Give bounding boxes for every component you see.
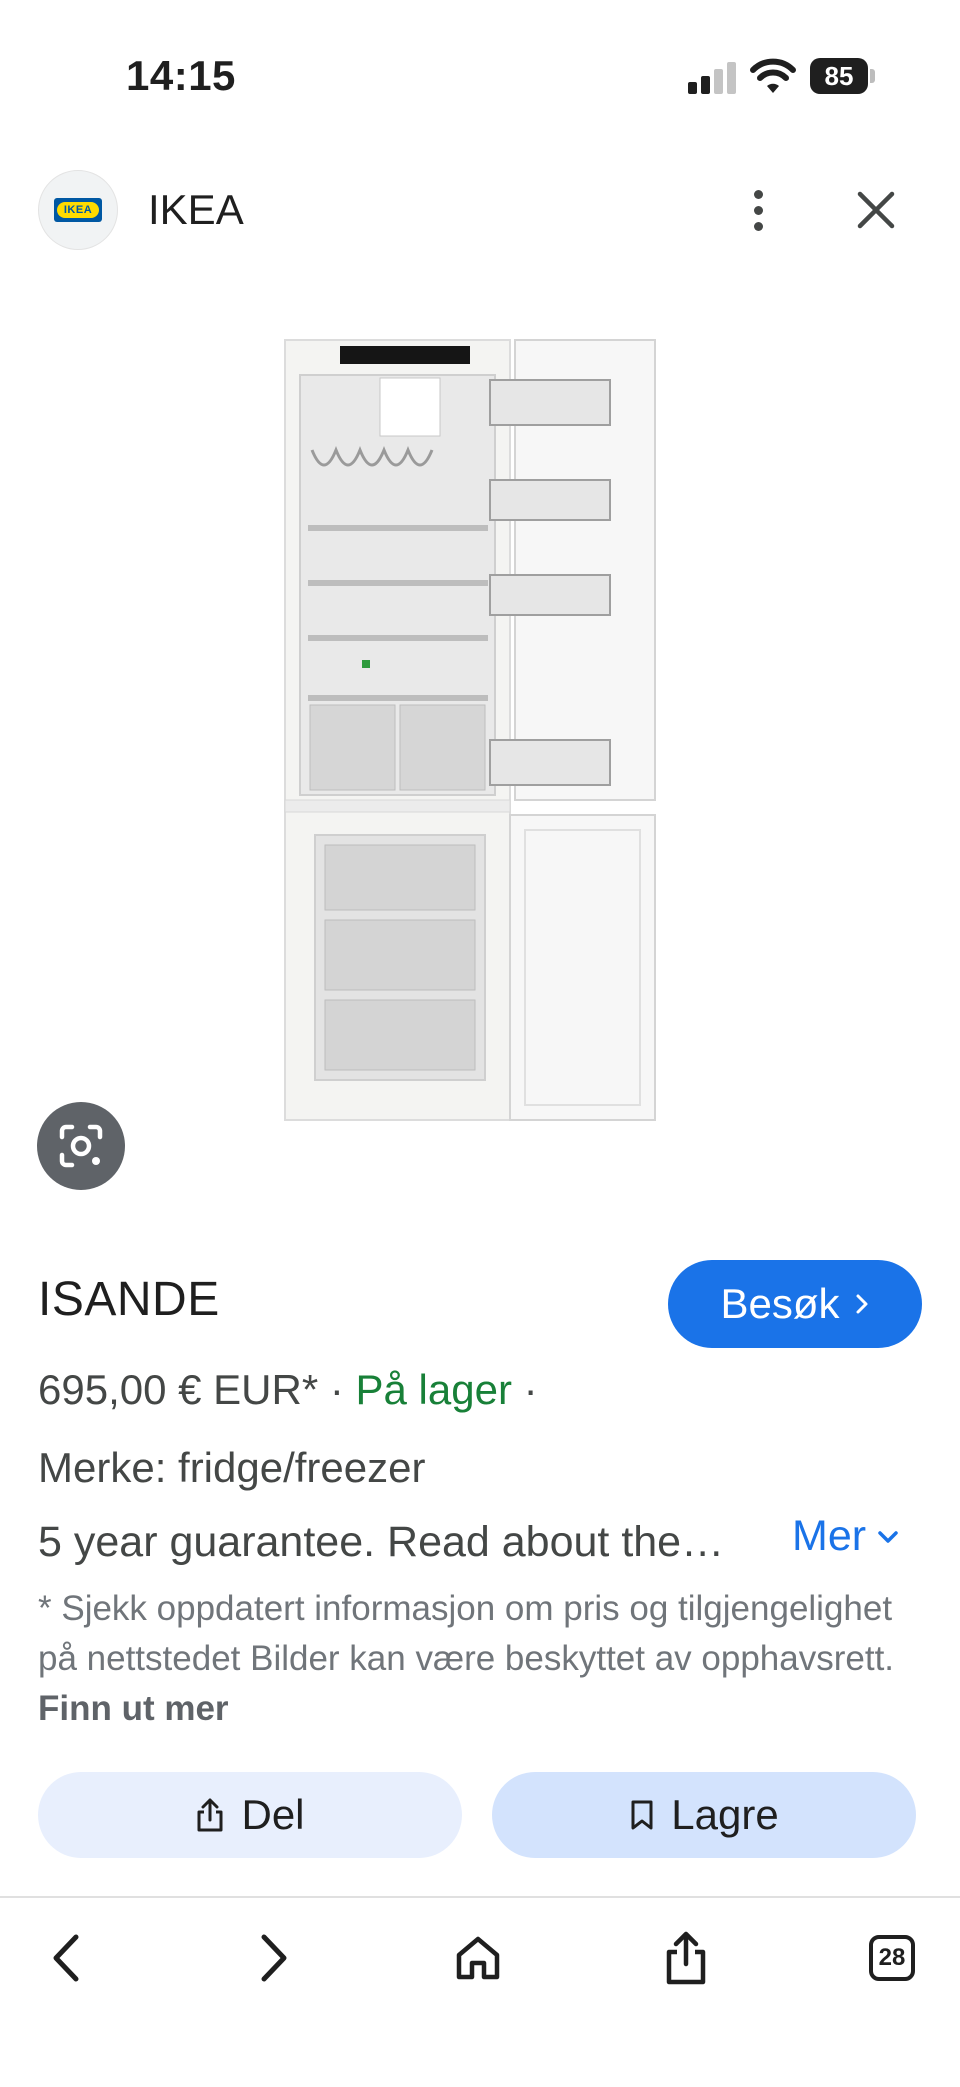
close-icon[interactable] [848,182,904,238]
result-header: IKEA IKEA [0,160,960,260]
bookmark-icon [631,1800,653,1830]
bottom-toolbar: 28 [0,1896,960,2087]
tabs-icon[interactable]: 28 [852,1918,932,1998]
status-bar: 14:15 85 [0,0,960,150]
battery-level: 85 [810,58,868,94]
tabs-count: 28 [869,1935,915,1981]
price-line: 695,00 € EUR* · På lager · [38,1366,538,1414]
battery-icon: 85 [810,58,875,94]
share-icon [197,1798,223,1832]
visit-button-label: Besøk [720,1280,840,1327]
share-button-label: Del [241,1791,305,1838]
trailing-separator: · [511,1366,538,1413]
status-time: 14:15 [126,52,236,99]
chevron-down-icon [878,1530,898,1543]
share-button[interactable]: Del [38,1772,462,1858]
forward-icon[interactable] [232,1918,312,1998]
site-name[interactable]: IKEA [148,186,244,234]
disclaimer-text: * Sjekk oppdatert informasjon om pris og… [38,1589,895,1678]
signal-icon [688,62,736,94]
back-icon[interactable] [28,1918,108,1998]
share-toolbar-icon[interactable] [646,1918,726,1998]
ikea-logo-text: IKEA [57,202,99,218]
visit-button[interactable]: Besøk [668,1260,922,1348]
home-icon[interactable] [438,1918,518,1998]
more-button[interactable]: Mer [792,1512,900,1561]
stock-status: På lager [355,1366,512,1413]
chevron-right-icon [856,1294,868,1314]
site-logo[interactable]: IKEA [38,170,118,250]
price: 695,00 € EUR* [38,1366,319,1413]
save-button-label: Lagre [671,1791,779,1838]
ikea-logo: IKEA [54,198,102,222]
more-button-label: Mer [792,1512,867,1560]
disclaimer: * Sjekk oppdatert informasjon om pris og… [38,1584,918,1734]
description: 5 year guarantee. Read about the… [38,1518,725,1566]
price-separator: · [318,1366,356,1413]
save-button[interactable]: Lagre [492,1772,916,1858]
product-image[interactable] [270,330,670,1180]
brand-line: Merke: fridge/freezer [38,1444,426,1491]
more-vert-icon[interactable] [738,180,778,240]
learn-more-link[interactable]: Finn ut mer [38,1689,229,1728]
product-title: ISANDE [38,1273,220,1326]
wifi-icon [750,58,796,93]
lens-icon[interactable] [37,1102,125,1190]
